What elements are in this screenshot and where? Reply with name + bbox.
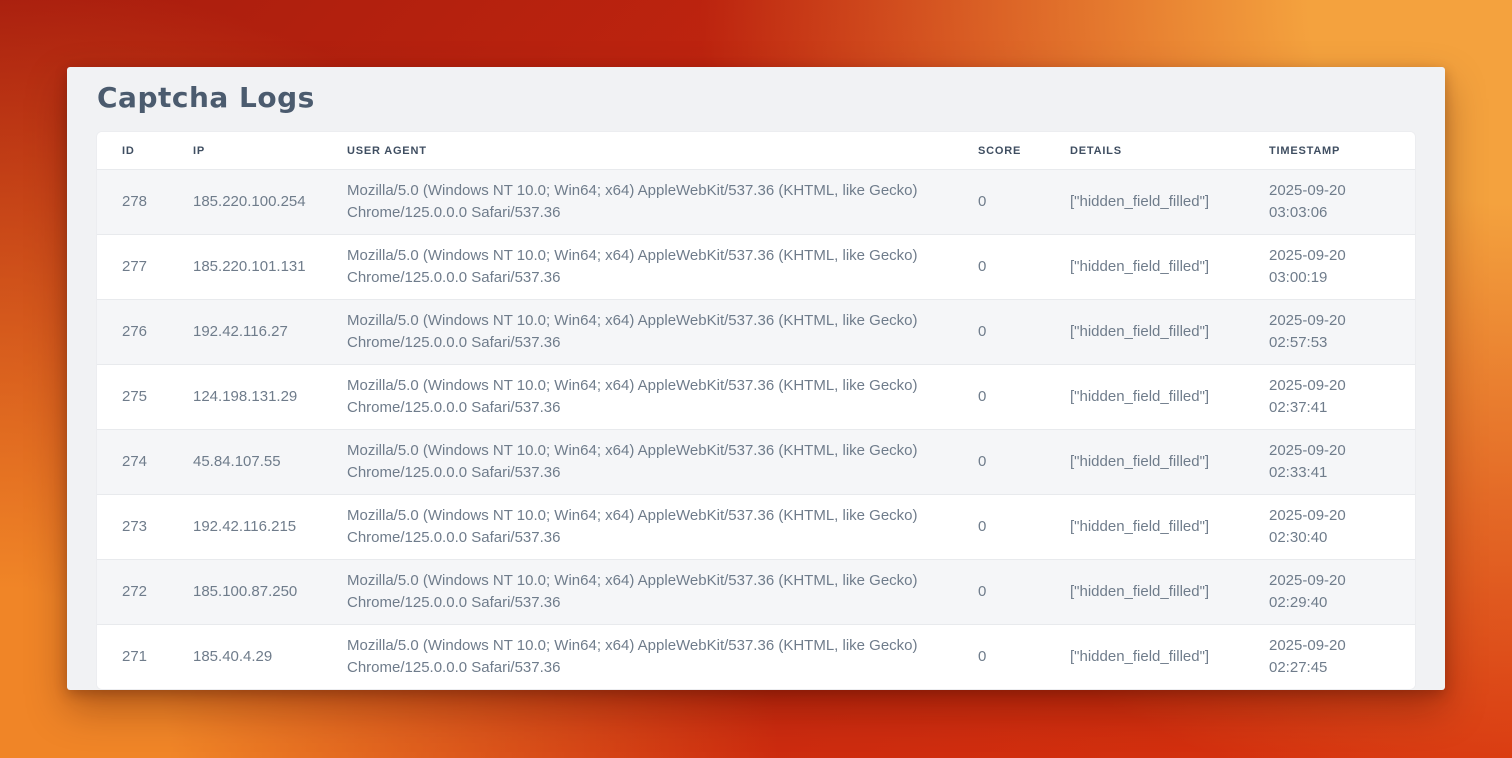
- table-row: 276 192.42.116.27 Mozilla/5.0 (Windows N…: [97, 300, 1415, 365]
- cell-details: ["hidden_field_filled"]: [1070, 495, 1269, 560]
- cell-details: ["hidden_field_filled"]: [1070, 365, 1269, 430]
- cell-timestamp: 2025-09-20 03:00:19: [1269, 235, 1415, 300]
- cell-user-agent: Mozilla/5.0 (Windows NT 10.0; Win64; x64…: [347, 560, 978, 625]
- cell-timestamp: 2025-09-20 03:03:06: [1269, 170, 1415, 235]
- cell-score: 0: [978, 365, 1070, 430]
- cell-timestamp: 2025-09-20 02:37:41: [1269, 365, 1415, 430]
- cell-id: 274: [97, 430, 193, 495]
- cell-user-agent: Mozilla/5.0 (Windows NT 10.0; Win64; x64…: [347, 365, 978, 430]
- cell-id: 273: [97, 495, 193, 560]
- column-header-details: DETAILS: [1070, 132, 1269, 170]
- cell-user-agent: Mozilla/5.0 (Windows NT 10.0; Win64; x64…: [347, 235, 978, 300]
- cell-user-agent: Mozilla/5.0 (Windows NT 10.0; Win64; x64…: [347, 300, 978, 365]
- column-header-score: SCORE: [978, 132, 1070, 170]
- cell-details: ["hidden_field_filled"]: [1070, 170, 1269, 235]
- table-row: 273 192.42.116.215 Mozilla/5.0 (Windows …: [97, 495, 1415, 560]
- cell-id: 276: [97, 300, 193, 365]
- cell-id: 278: [97, 170, 193, 235]
- cell-score: 0: [978, 430, 1070, 495]
- cell-details: ["hidden_field_filled"]: [1070, 560, 1269, 625]
- table-header-row: ID IP USER AGENT SCORE DETAILS TIMESTAMP: [97, 132, 1415, 170]
- page-title: Captcha Logs: [97, 83, 1415, 113]
- cell-ip: 192.42.116.27: [193, 300, 347, 365]
- cell-timestamp: 2025-09-20 02:33:41: [1269, 430, 1415, 495]
- cell-timestamp: 2025-09-20 02:57:53: [1269, 300, 1415, 365]
- cell-user-agent: Mozilla/5.0 (Windows NT 10.0; Win64; x64…: [347, 170, 978, 235]
- cell-ip: 185.220.101.131: [193, 235, 347, 300]
- cell-details: ["hidden_field_filled"]: [1070, 235, 1269, 300]
- cell-details: ["hidden_field_filled"]: [1070, 300, 1269, 365]
- cell-timestamp: 2025-09-20 02:27:45: [1269, 625, 1415, 690]
- cell-details: ["hidden_field_filled"]: [1070, 625, 1269, 690]
- cell-id: 272: [97, 560, 193, 625]
- table-header: ID IP USER AGENT SCORE DETAILS TIMESTAMP: [97, 132, 1415, 170]
- cell-user-agent: Mozilla/5.0 (Windows NT 10.0; Win64; x64…: [347, 495, 978, 560]
- cell-score: 0: [978, 560, 1070, 625]
- cell-details: ["hidden_field_filled"]: [1070, 430, 1269, 495]
- cell-ip: 45.84.107.55: [193, 430, 347, 495]
- cell-score: 0: [978, 625, 1070, 690]
- table-row: 274 45.84.107.55 Mozilla/5.0 (Windows NT…: [97, 430, 1415, 495]
- cell-ip: 185.100.87.250: [193, 560, 347, 625]
- cell-ip: 192.42.116.215: [193, 495, 347, 560]
- cell-id: 277: [97, 235, 193, 300]
- column-header-timestamp: TIMESTAMP: [1269, 132, 1415, 170]
- cell-id: 275: [97, 365, 193, 430]
- cell-score: 0: [978, 170, 1070, 235]
- table-row: 278 185.220.100.254 Mozilla/5.0 (Windows…: [97, 170, 1415, 235]
- column-header-user-agent: USER AGENT: [347, 132, 978, 170]
- cell-score: 0: [978, 300, 1070, 365]
- captcha-logs-table: ID IP USER AGENT SCORE DETAILS TIMESTAMP…: [97, 132, 1415, 689]
- captcha-logs-card: Captcha Logs ID IP USER AGENT SCORE DETA…: [67, 67, 1445, 690]
- column-header-ip: IP: [193, 132, 347, 170]
- table-row: 271 185.40.4.29 Mozilla/5.0 (Windows NT …: [97, 625, 1415, 690]
- cell-score: 0: [978, 235, 1070, 300]
- cell-timestamp: 2025-09-20 02:29:40: [1269, 560, 1415, 625]
- table-row: 272 185.100.87.250 Mozilla/5.0 (Windows …: [97, 560, 1415, 625]
- table-body: 278 185.220.100.254 Mozilla/5.0 (Windows…: [97, 170, 1415, 690]
- table-row: 277 185.220.101.131 Mozilla/5.0 (Windows…: [97, 235, 1415, 300]
- captcha-logs-table-container: ID IP USER AGENT SCORE DETAILS TIMESTAMP…: [97, 132, 1415, 689]
- cell-score: 0: [978, 495, 1070, 560]
- cell-id: 271: [97, 625, 193, 690]
- cell-ip: 185.220.100.254: [193, 170, 347, 235]
- cell-ip: 124.198.131.29: [193, 365, 347, 430]
- table-row: 275 124.198.131.29 Mozilla/5.0 (Windows …: [97, 365, 1415, 430]
- cell-ip: 185.40.4.29: [193, 625, 347, 690]
- cell-user-agent: Mozilla/5.0 (Windows NT 10.0; Win64; x64…: [347, 430, 978, 495]
- cell-timestamp: 2025-09-20 02:30:40: [1269, 495, 1415, 560]
- column-header-id: ID: [97, 132, 193, 170]
- cell-user-agent: Mozilla/5.0 (Windows NT 10.0; Win64; x64…: [347, 625, 978, 690]
